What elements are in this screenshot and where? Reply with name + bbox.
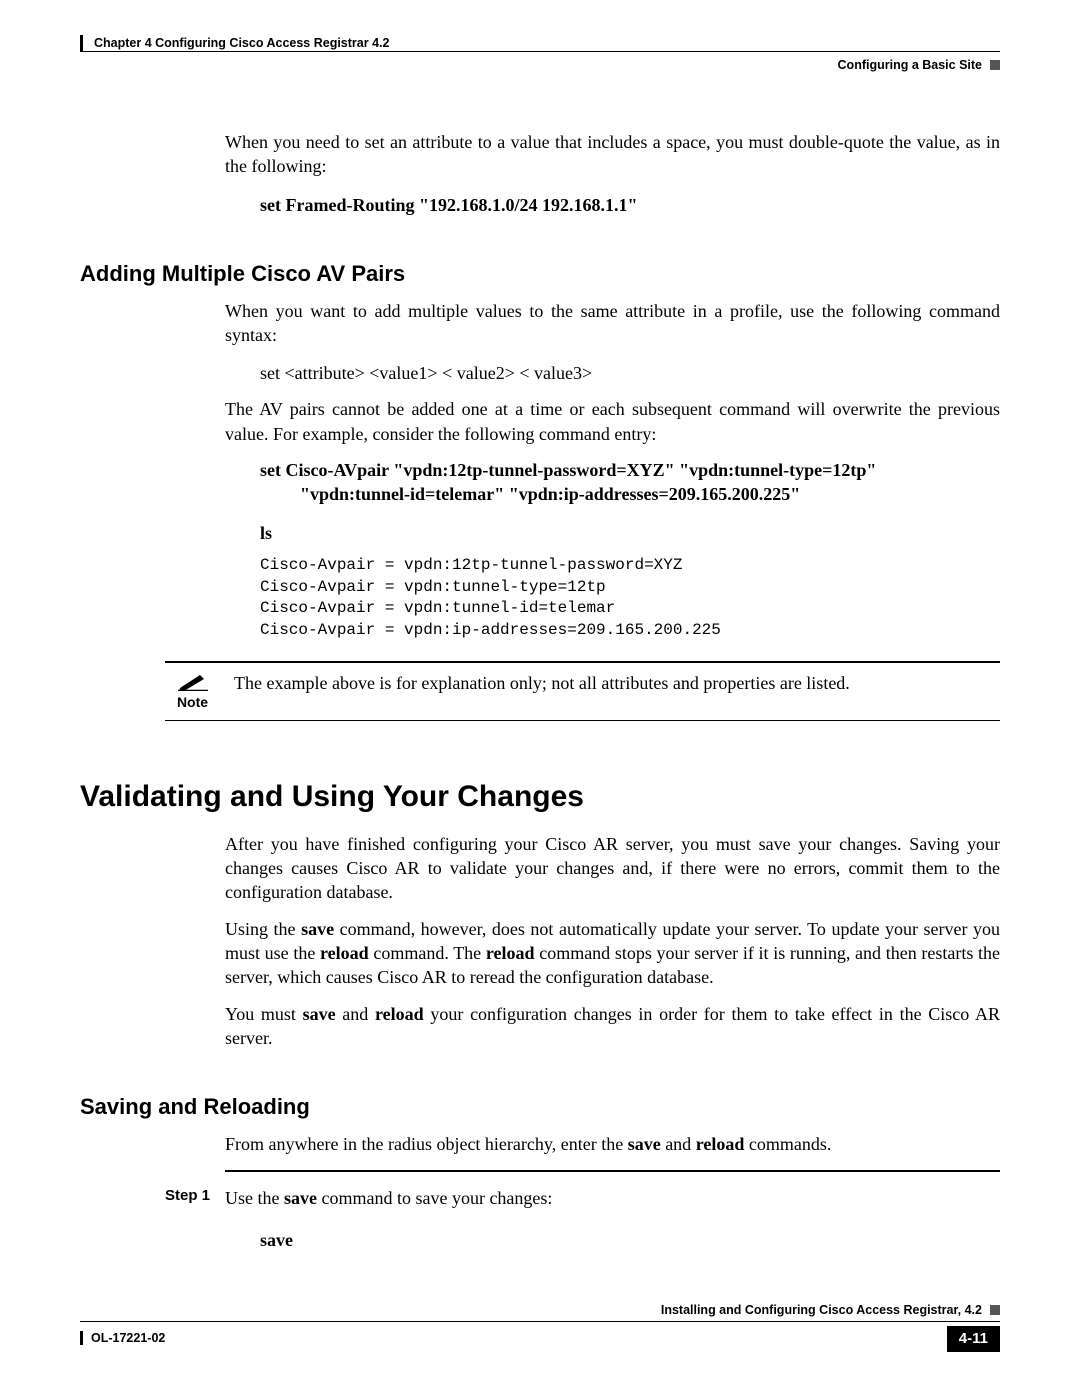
validating-p2: Using the save command, however, does no… [225, 917, 1000, 990]
avpairs-p1: When you want to add multiple values to … [225, 299, 1000, 348]
note-icon-col: Note [165, 671, 220, 712]
note-bottom-rule [165, 720, 1000, 721]
intro-command: set Framed-Routing "192.168.1.0/24 192.1… [260, 193, 1000, 217]
intro-paragraph: When you need to set an attribute to a v… [225, 130, 1000, 179]
heading-av-pairs: Adding Multiple Cisco AV Pairs [80, 259, 1000, 289]
avpairs-cmd1: set <attribute> <value1> < value2> < val… [260, 361, 1000, 385]
footer-rule [80, 1321, 1000, 1322]
avpairs-cmd2-line1: set Cisco-AVpair "vpdn:12tp-tunnel-passw… [260, 458, 1000, 482]
step-top-rule [225, 1170, 1000, 1172]
note-block: Note The example above is for explanatio… [165, 661, 1000, 721]
header-section: Configuring a Basic Site [838, 57, 1000, 74]
heading-saving-reloading: Saving and Reloading [80, 1092, 1000, 1122]
header-square-icon [990, 60, 1000, 70]
footer-book-title: Installing and Configuring Cisco Access … [80, 1302, 1000, 1319]
step-1-text: Use the save command to save your change… [225, 1186, 1000, 1210]
header-rule [80, 51, 1000, 52]
running-footer: Installing and Configuring Cisco Access … [80, 1302, 1000, 1352]
step-1-label: Step 1 [165, 1186, 225, 1210]
avpairs-cmd2-line2: "vpdn:tunnel-id=telemar" "vpdn:ip-addres… [300, 482, 1000, 506]
running-header: Chapter 4 Configuring Cisco Access Regis… [80, 35, 1000, 75]
footer-left-bar [80, 1331, 83, 1345]
validating-p3: You must save and reload your configurat… [225, 1002, 1000, 1051]
step-1-cmd: save [260, 1228, 1000, 1252]
footer-square-icon [990, 1305, 1000, 1315]
footer-page-number: 4-11 [947, 1326, 1000, 1352]
heading-validating: Validating and Using Your Changes [80, 777, 1000, 818]
validating-p1: After you have finished configuring your… [225, 832, 1000, 905]
footer-ol-number: OL-17221-02 [80, 1330, 165, 1347]
avpairs-ls: ls [260, 521, 1000, 545]
note-label: Note [165, 693, 220, 712]
note-text: The example above is for explanation onl… [234, 671, 1000, 695]
saving-p1: From anywhere in the radius object hiera… [225, 1132, 1000, 1156]
header-left-bar [80, 35, 83, 51]
header-chapter: Chapter 4 Configuring Cisco Access Regis… [94, 35, 389, 52]
avpairs-output: Cisco-Avpair = vpdn:12tp-tunnel-password… [260, 555, 1000, 641]
pencil-icon [178, 671, 208, 691]
step-1-row: Step 1 Use the save command to save your… [165, 1186, 1000, 1210]
avpairs-p2: The AV pairs cannot be added one at a ti… [225, 397, 1000, 446]
